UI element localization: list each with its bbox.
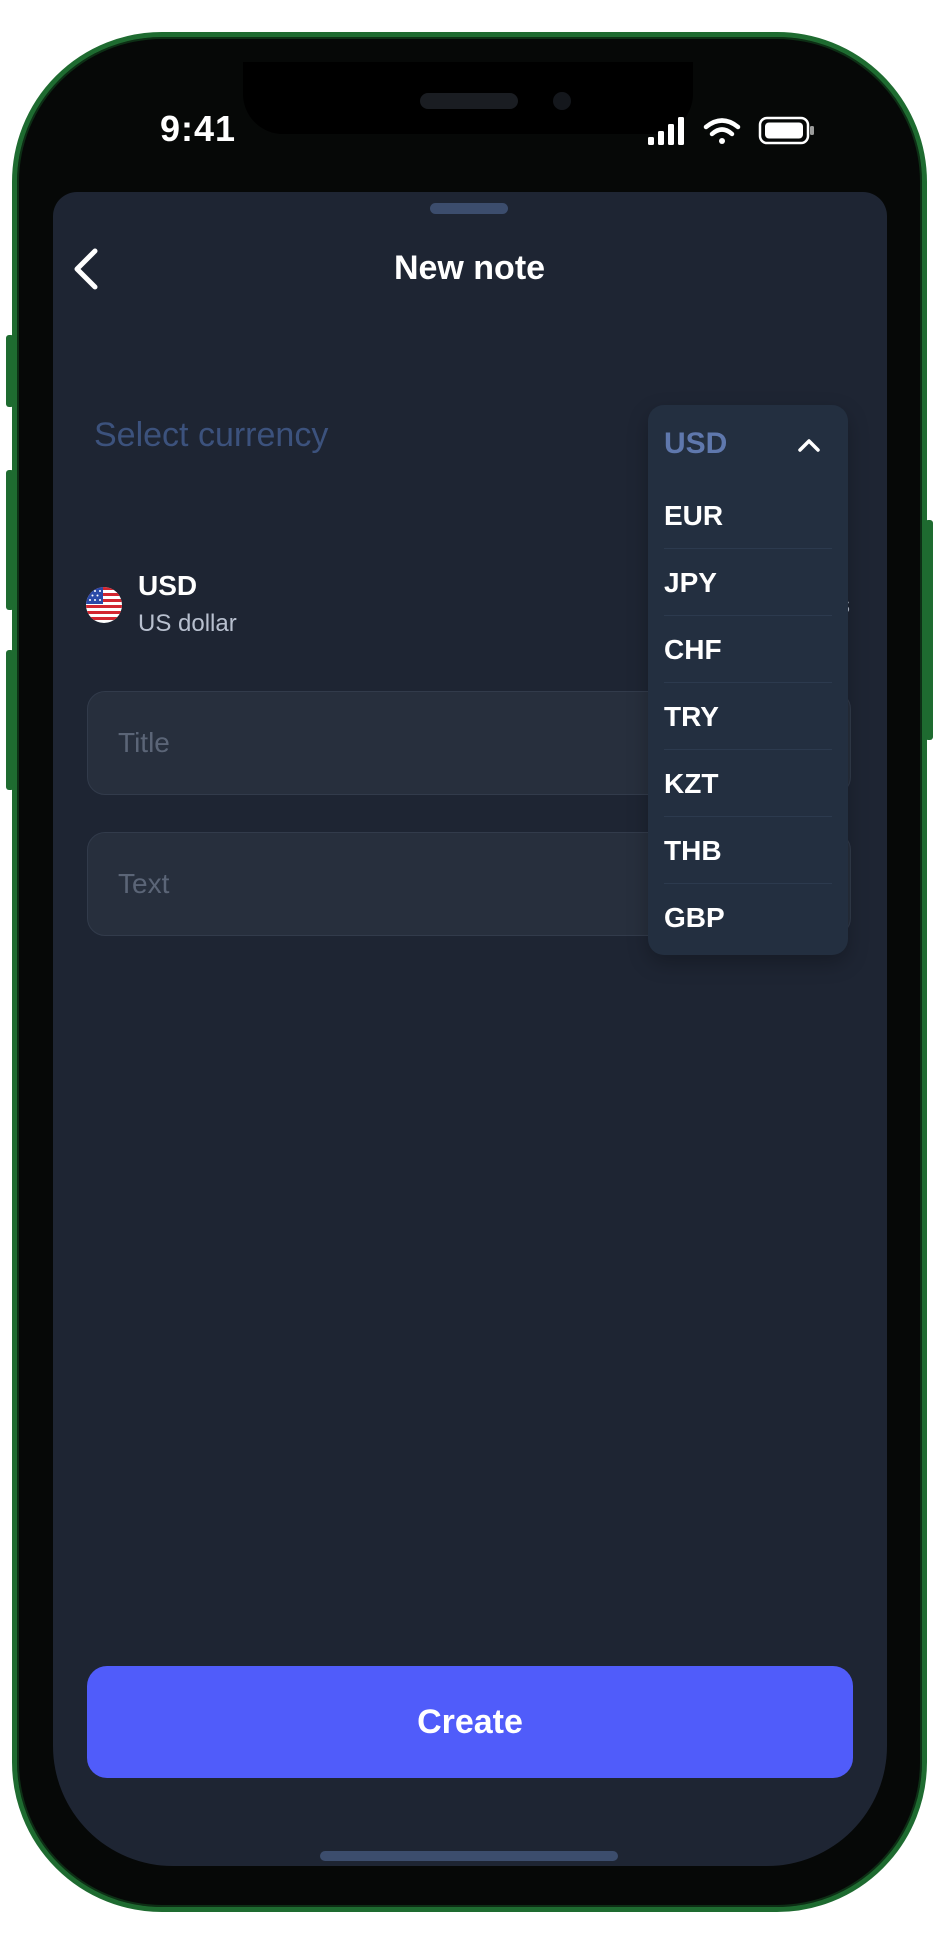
page-title: New note: [393, 249, 546, 287]
home-indicator[interactable]: [320, 1851, 618, 1861]
phone-power-button: [925, 520, 933, 740]
selected-currency-name: US dollar: [138, 610, 237, 637]
dropdown-option-eur[interactable]: EUR: [664, 483, 832, 549]
dropdown-option-gbp[interactable]: GBP: [664, 885, 832, 951]
dropdown-option-jpy[interactable]: JPY: [664, 550, 832, 616]
battery-icon: [758, 116, 814, 145]
chevron-up-icon[interactable]: [795, 435, 823, 455]
dropdown-selected-value[interactable]: USD: [664, 427, 727, 461]
status-time: 9:41: [160, 108, 237, 149]
sheet-grabber[interactable]: [430, 203, 508, 214]
status-icons: [648, 116, 814, 145]
dropdown-option-chf[interactable]: CHF: [664, 617, 832, 683]
phone-mute-switch: [6, 335, 14, 407]
selected-currency-code: USD: [138, 570, 198, 601]
dropdown-option-kzt[interactable]: KZT: [664, 751, 832, 817]
select-currency-label: Select currency: [94, 416, 329, 454]
phone-volume-up: [6, 470, 14, 610]
phone-volume-down: [6, 650, 14, 790]
wifi-icon: [703, 118, 741, 144]
create-button[interactable]: Create: [87, 1666, 853, 1778]
dropdown-option-try[interactable]: TRY: [664, 684, 832, 750]
speaker: [420, 93, 518, 109]
front-camera: [553, 92, 571, 110]
currency-dropdown[interactable]: USD EUR JPY CHF TRY KZT THB GBP: [648, 405, 848, 955]
us-flag-icon: [86, 587, 122, 623]
dropdown-option-thb[interactable]: THB: [664, 818, 832, 884]
cellular-signal-icon: [648, 117, 684, 145]
